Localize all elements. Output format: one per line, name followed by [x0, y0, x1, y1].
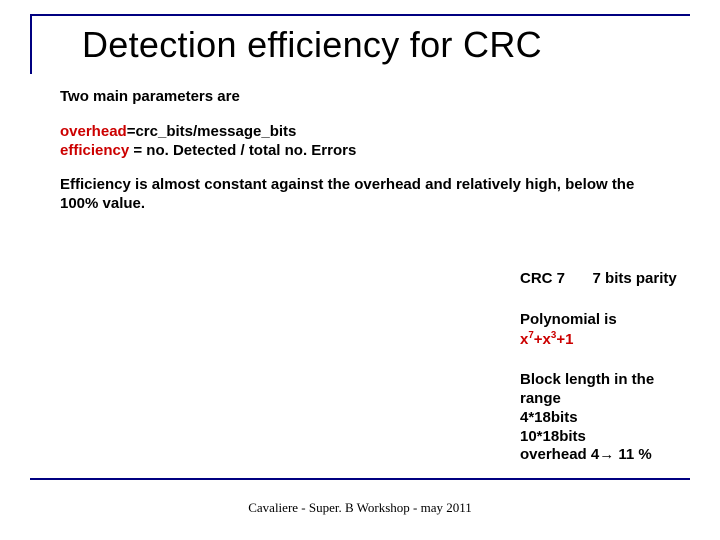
block-line3: 10*18bits — [520, 428, 586, 445]
title-rule-left: Detection efficiency for CRC — [30, 16, 690, 74]
slide-title: Detection efficiency for CRC — [82, 24, 542, 65]
crc-row: CRC 7 7 bits parity — [520, 270, 690, 289]
poly-plus2: +1 — [556, 331, 573, 348]
block-length-block: Block length in the range 4*18bits 10*18… — [520, 371, 690, 465]
polynomial-block: Polynomial is x7+x3+1 — [520, 311, 690, 350]
block-line1: Block length in the range — [520, 371, 654, 407]
arrow-icon: → — [599, 446, 614, 463]
poly-expr: x7+x3+1 — [520, 331, 573, 348]
slide: Detection efficiency for CRC Two main pa… — [0, 0, 720, 540]
overhead-def: =crc_bits/message_bits — [127, 123, 297, 140]
footer-text: Cavaliere - Super. B Workshop - may 2011 — [0, 500, 720, 516]
right-column: CRC 7 7 bits parity Polynomial is x7+x3+… — [520, 270, 690, 465]
crc-label: CRC 7 — [520, 270, 580, 289]
definitions-block: overhead=crc_bits/message_bits efficienc… — [60, 123, 660, 161]
block-line2: 4*18bits — [520, 409, 578, 426]
title-block: Detection efficiency for CRC — [30, 14, 690, 74]
poly-intro: Polynomial is — [520, 311, 617, 328]
poly-plus1: + — [534, 331, 543, 348]
body: Two main parameters are overhead=crc_bit… — [60, 88, 660, 230]
parity-label: 7 bits parity — [593, 270, 677, 287]
overhead-range-pre: overhead 4 — [520, 446, 599, 463]
poly-x2: x — [543, 331, 551, 348]
overhead-range-post: 11 % — [614, 446, 652, 463]
intro-line: Two main parameters are — [60, 88, 660, 107]
efficiency-def: = no. Detected / total no. Errors — [129, 142, 356, 159]
note-line: Efficiency is almost constant against th… — [60, 176, 660, 214]
efficiency-term: efficiency — [60, 142, 129, 159]
bottom-rule — [30, 478, 690, 480]
overhead-term: overhead — [60, 123, 127, 140]
